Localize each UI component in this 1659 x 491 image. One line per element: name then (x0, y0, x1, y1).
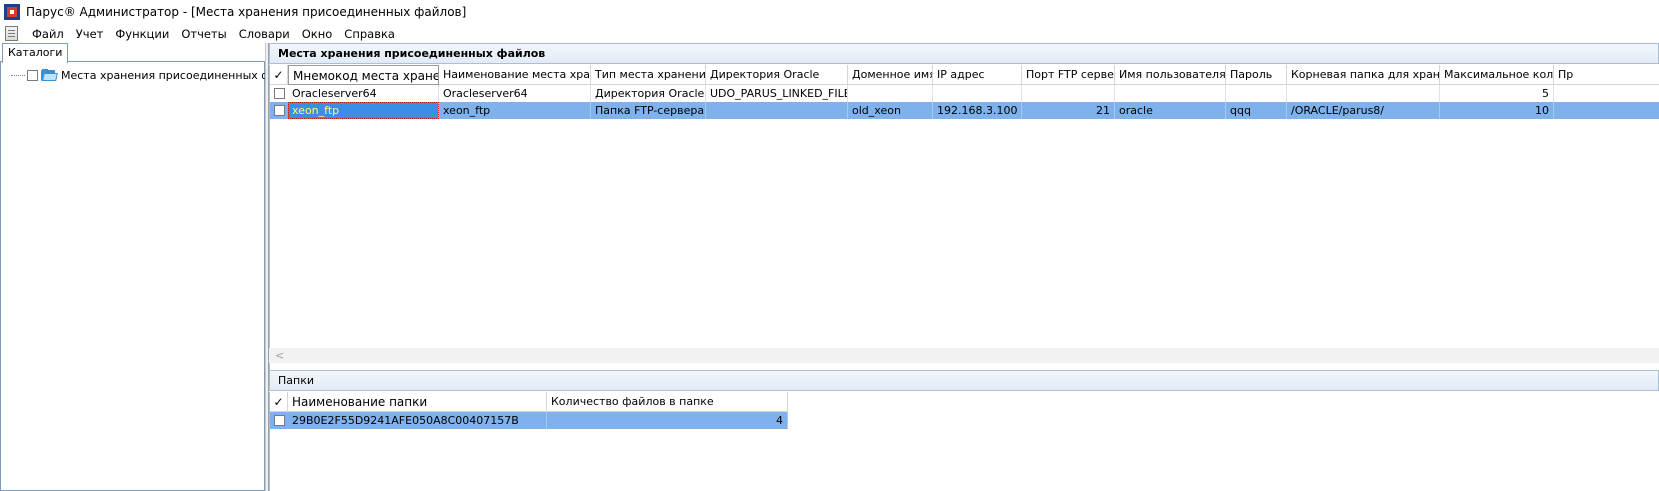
col-max[interactable]: Максимальное количе (1440, 65, 1554, 85)
cell-folder-name[interactable]: 29B0E2F55D9241AFE050A8C00407157B (288, 412, 547, 429)
cell-oracle-dir[interactable] (706, 102, 848, 119)
folders-section-title: Папки (278, 374, 314, 387)
storage-grid: ✓ Мнемокод места хранения Наименование м… (269, 65, 1659, 391)
cell-type[interactable]: Папка FTP-сервера (591, 102, 706, 119)
tree-item[interactable]: Места хранения присоединенных файлов (11, 66, 305, 84)
grid-header-row: ✓ Наименование папки Количество файлов в… (270, 392, 1659, 412)
menu-help[interactable]: Справка (338, 27, 401, 41)
cell-user[interactable] (1115, 85, 1226, 102)
cell-mnemo-focused[interactable]: xeon_ftp (288, 102, 439, 119)
catalog-tree: Места хранения присоединенных файлов (0, 62, 305, 491)
menu-file[interactable]: Файл (26, 27, 70, 41)
col-user[interactable]: Имя пользователя (1115, 65, 1226, 85)
tree-connector (11, 74, 25, 76)
col-password[interactable]: Пароль (1226, 65, 1287, 85)
main-panel: Места хранения присоединенных файлов ✓ М… (269, 43, 1659, 491)
col-ip[interactable]: IP адрес (933, 65, 1022, 85)
cell-name[interactable]: Oracleserver64 (439, 85, 591, 102)
col-root[interactable]: Корневая папка для хранения (1287, 65, 1440, 85)
cell-root[interactable]: /ORACLE/parus8/ (1287, 102, 1440, 119)
storage-section-title: Места хранения присоединенных файлов (278, 47, 546, 60)
catalog-panel: Каталоги Места хранения присоединенных ф… (0, 43, 305, 491)
row-checkbox[interactable] (274, 105, 285, 116)
horizontal-scrollbar[interactable]: < (269, 348, 1659, 363)
cell-ip[interactable]: 192.168.3.100 (933, 102, 1022, 119)
cell-name[interactable]: xeon_ftp (439, 102, 591, 119)
menu-reports[interactable]: Отчеты (175, 27, 232, 41)
grid-header-row: ✓ Мнемокод места хранения Наименование м… (270, 65, 1659, 85)
col-mnemo[interactable]: Мнемокод места хранения (288, 65, 439, 85)
window-title: Парус® Администратор - [Места хранения п… (26, 5, 467, 19)
table-row[interactable]: Oracleserver64 Oracleserver64 Директория… (270, 85, 1659, 102)
cell-root[interactable] (1287, 85, 1440, 102)
cell-port[interactable] (1022, 85, 1115, 102)
document-icon[interactable] (5, 26, 18, 41)
title-bar: Парус® Администратор - [Места хранения п… (0, 0, 1659, 24)
menu-dictionaries[interactable]: Словари (233, 27, 296, 41)
cell-ip[interactable] (933, 85, 1022, 102)
cell-pr[interactable] (1554, 102, 1659, 119)
col-oracle-dir[interactable]: Директория Oracle (706, 65, 848, 85)
cell-password[interactable] (1226, 85, 1287, 102)
cell-max[interactable]: 5 (1440, 85, 1554, 102)
cell-oracle-dir[interactable]: UDO_PARUS_LINKED_FILES (706, 85, 848, 102)
menu-bar: Файл Учет Функции Отчеты Словари Окно Сп… (0, 24, 1659, 43)
cell-domain[interactable]: old_xeon (848, 102, 933, 119)
tree-checkbox[interactable] (27, 69, 38, 81)
col-domain[interactable]: Доменное имя (848, 65, 933, 85)
storage-section-header: Места хранения присоединенных файлов (269, 43, 1659, 64)
check-all-header[interactable]: ✓ (270, 392, 288, 412)
col-type[interactable]: Тип места хранения (591, 65, 706, 85)
col-folder-name[interactable]: Наименование папки (288, 392, 547, 412)
scroll-left-icon[interactable]: < (275, 348, 284, 363)
folders-grid: ✓ Наименование папки Количество файлов в… (269, 392, 1659, 491)
col-pr[interactable]: Пр (1554, 65, 1659, 85)
row-checkbox[interactable] (274, 415, 285, 426)
cell-max[interactable]: 10 (1440, 102, 1554, 119)
cell-mnemo[interactable]: Oracleserver64 (288, 85, 439, 102)
cell-user[interactable]: oracle (1115, 102, 1226, 119)
menu-accounting[interactable]: Учет (70, 27, 110, 41)
cell-pr[interactable] (1554, 85, 1659, 102)
cell-type[interactable]: Директория Oracle (591, 85, 706, 102)
folders-section-header: Папки (269, 370, 1659, 391)
catalog-tabs: Каталоги (0, 43, 265, 63)
col-file-count[interactable]: Количество файлов в папке (547, 392, 788, 412)
row-checkbox[interactable] (274, 88, 285, 99)
cell-password[interactable]: qqq (1226, 102, 1287, 119)
cell-domain[interactable] (848, 85, 933, 102)
cell-port[interactable]: 21 (1022, 102, 1115, 119)
check-all-header[interactable]: ✓ (270, 65, 288, 85)
col-name[interactable]: Наименование места хранения (439, 65, 591, 85)
folder-icon (41, 69, 58, 81)
app-logo-icon (4, 4, 20, 20)
cell-file-count[interactable]: 4 (547, 412, 788, 429)
col-port[interactable]: Порт FTP сервера (1022, 65, 1115, 85)
tab-catalogs[interactable]: Каталоги (2, 43, 69, 63)
table-row-selected[interactable]: 29B0E2F55D9241AFE050A8C00407157B 4 (270, 412, 788, 429)
menu-functions[interactable]: Функции (109, 27, 175, 41)
menu-window[interactable]: Окно (296, 27, 339, 41)
table-row-selected[interactable]: xeon_ftp xeon_ftp Папка FTP-сервера old_… (270, 102, 1659, 119)
